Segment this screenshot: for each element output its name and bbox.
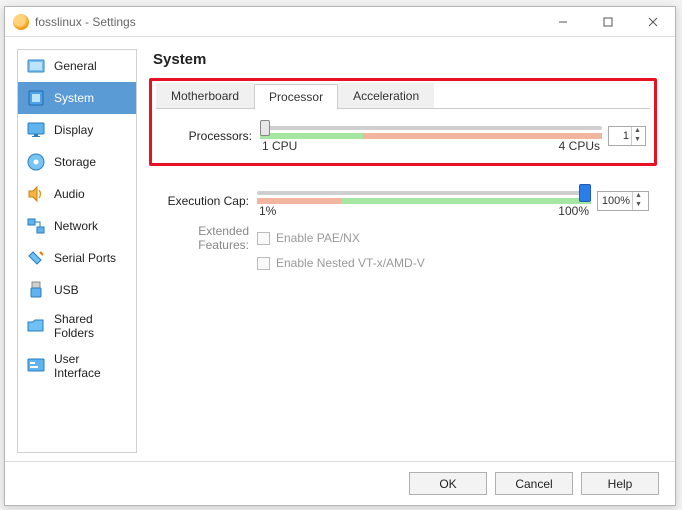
processor-panel: Processors:	[152, 109, 654, 163]
general-icon	[26, 56, 46, 76]
sidebar-item-serial-ports[interactable]: Serial Ports	[18, 242, 136, 274]
processors-value[interactable]	[609, 130, 631, 142]
sidebar-item-label: Storage	[54, 155, 96, 169]
tab-motherboard[interactable]: Motherboard	[156, 83, 254, 108]
app-icon	[13, 14, 29, 30]
sidebar-item-label: Shared Folders	[54, 312, 128, 340]
processors-min-label: 1 CPU	[262, 139, 297, 153]
footer: OK Cancel Help	[5, 461, 675, 505]
window-controls	[540, 7, 675, 36]
body: General System Display Storage Audio	[5, 37, 675, 461]
tab-processor[interactable]: Processor	[254, 84, 338, 109]
titlebar: fosslinux - Settings	[5, 7, 675, 37]
sidebar-item-display[interactable]: Display	[18, 114, 136, 146]
sidebar-item-label: User Interface	[54, 352, 128, 380]
execution-cap-slider[interactable]	[257, 184, 591, 202]
execution-cap-value[interactable]	[598, 195, 632, 207]
spin-up-icon[interactable]: ▲	[631, 127, 643, 136]
folder-icon	[26, 316, 46, 336]
help-button[interactable]: Help	[581, 472, 659, 495]
processors-slider[interactable]	[260, 119, 602, 137]
execution-cap-handle[interactable]	[579, 184, 591, 202]
sidebar-item-general[interactable]: General	[18, 50, 136, 82]
sidebar-item-usb[interactable]: USB	[18, 274, 136, 306]
checkbox-icon	[257, 257, 270, 270]
execution-cap-max-label: 100%	[558, 204, 589, 218]
sidebar-item-shared-folders[interactable]: Shared Folders	[18, 306, 136, 346]
ok-button[interactable]: OK	[409, 472, 487, 495]
sidebar-item-label: Display	[54, 123, 93, 137]
processors-label: Processors:	[160, 129, 260, 143]
serial-icon	[26, 248, 46, 268]
nested-vt-checkbox: Enable Nested VT-x/AMD-V	[257, 256, 425, 270]
close-button[interactable]	[630, 7, 675, 37]
execution-cap-spinbox[interactable]: ▲▼	[597, 191, 649, 211]
maximize-button[interactable]	[585, 7, 630, 37]
below-panel: Execution Cap: 1%	[149, 174, 657, 282]
sidebar-item-audio[interactable]: Audio	[18, 178, 136, 210]
sidebar: General System Display Storage Audio	[17, 49, 137, 453]
sidebar-item-label: System	[54, 91, 94, 105]
sidebar-item-storage[interactable]: Storage	[18, 146, 136, 178]
usb-icon	[26, 280, 46, 300]
sidebar-item-label: General	[54, 59, 97, 73]
system-icon	[26, 88, 46, 108]
sidebar-item-label: Serial Ports	[54, 251, 116, 265]
sidebar-item-network[interactable]: Network	[18, 210, 136, 242]
spin-down-icon[interactable]: ▼	[632, 201, 644, 210]
audio-icon	[26, 184, 46, 204]
network-icon	[26, 216, 46, 236]
pae-nx-checkbox: Enable PAE/NX	[257, 231, 360, 245]
display-icon	[26, 120, 46, 140]
extended-features-label: Extended Features:	[157, 224, 257, 252]
settings-window: fosslinux - Settings General System Disp…	[4, 6, 676, 506]
nested-vt-label: Enable Nested VT-x/AMD-V	[276, 256, 425, 270]
checkbox-icon	[257, 232, 270, 245]
highlight-box: Motherboard Processor Acceleration Proce…	[149, 78, 657, 166]
sidebar-item-label: Network	[54, 219, 98, 233]
tab-acceleration[interactable]: Acceleration	[338, 83, 434, 108]
window-title: fosslinux - Settings	[35, 15, 540, 29]
sidebar-item-user-interface[interactable]: User Interface	[18, 346, 136, 386]
page-title: System	[149, 49, 657, 78]
minimize-button[interactable]	[540, 7, 585, 37]
spin-up-icon[interactable]: ▲	[632, 192, 644, 201]
processors-max-label: 4 CPUs	[559, 139, 600, 153]
processors-spinbox[interactable]: ▲▼	[608, 126, 646, 146]
main-panel: System Motherboard Processor Acceleratio…	[143, 49, 663, 453]
spin-down-icon[interactable]: ▼	[631, 136, 643, 145]
processors-handle[interactable]	[260, 120, 270, 136]
sidebar-item-label: Audio	[54, 187, 85, 201]
storage-icon	[26, 152, 46, 172]
sidebar-item-label: USB	[54, 283, 79, 297]
execution-cap-min-label: 1%	[259, 204, 276, 218]
execution-cap-label: Execution Cap:	[157, 194, 257, 208]
cancel-button[interactable]: Cancel	[495, 472, 573, 495]
sidebar-item-system[interactable]: System	[18, 82, 136, 114]
content: General System Display Storage Audio	[5, 37, 675, 505]
tabbar: Motherboard Processor Acceleration	[156, 83, 650, 109]
ui-icon	[26, 356, 46, 376]
pae-nx-label: Enable PAE/NX	[276, 231, 360, 245]
